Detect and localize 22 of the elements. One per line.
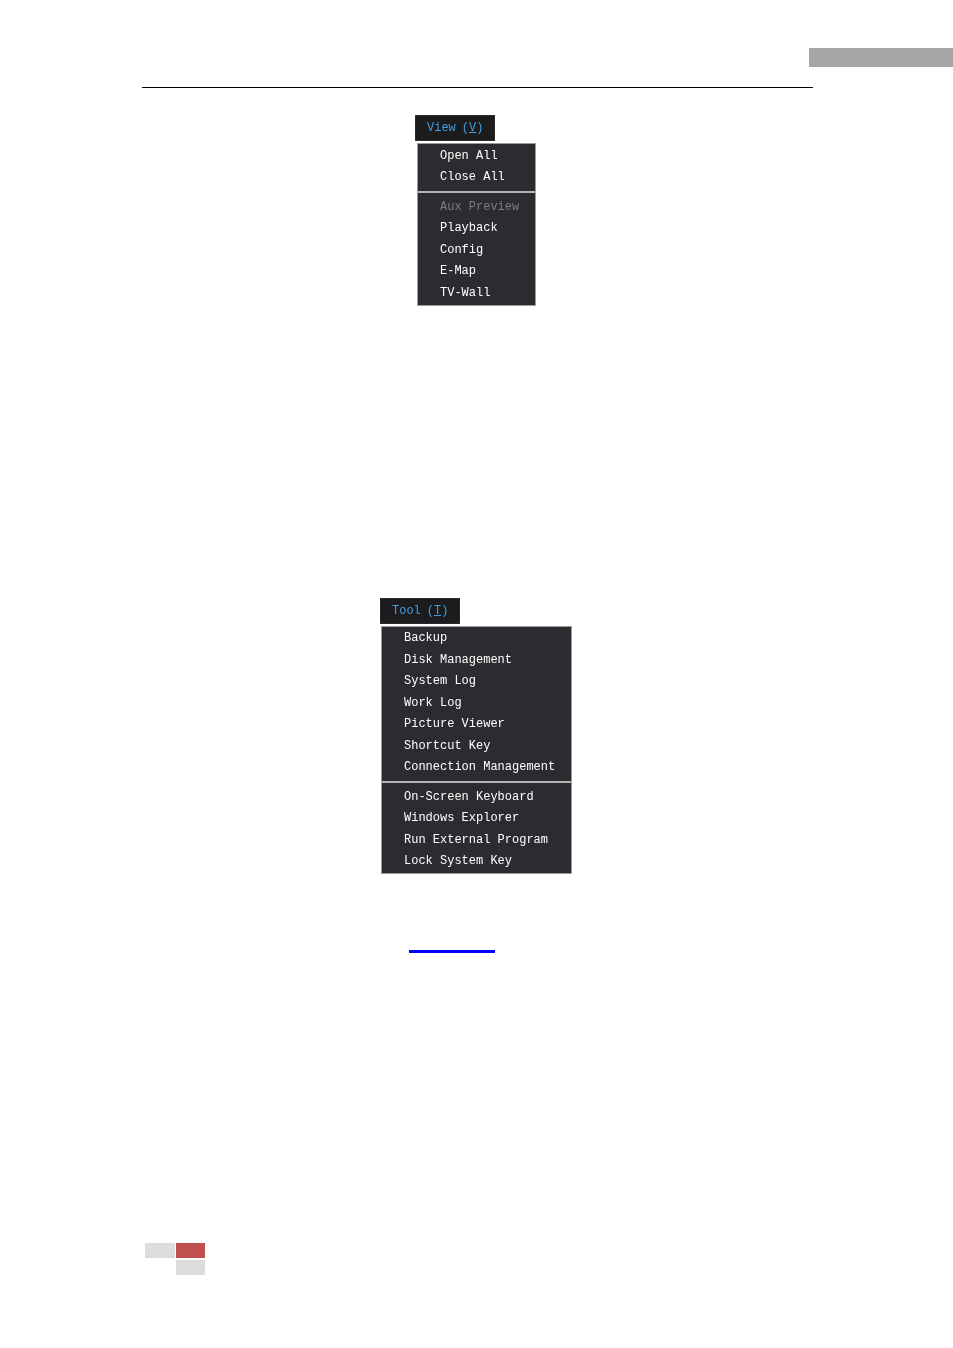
menu-item[interactable]: Shortcut Key (382, 735, 572, 757)
menu-title-button[interactable]: Tool (T) (380, 597, 461, 624)
menu-item[interactable]: Playback (418, 217, 536, 239)
menu-item[interactable]: Close All (418, 166, 536, 188)
footer-block (145, 1243, 175, 1258)
menu-item[interactable]: System Log (382, 670, 572, 692)
menu-item[interactable]: Connection Management (382, 756, 572, 778)
menu-item[interactable]: Config (418, 239, 536, 261)
menu-title-button[interactable]: View (V) (415, 115, 496, 141)
menu-item[interactable]: Run External Program (382, 829, 572, 851)
menu-item[interactable]: Disk Management (382, 649, 572, 671)
menu-item[interactable]: On-Screen Keyboard (382, 786, 572, 808)
menu-item[interactable]: E-Map (418, 260, 536, 282)
menu-item[interactable]: Open All (418, 145, 536, 167)
menu-item[interactable]: TV-Wall (418, 282, 536, 304)
footer-block (176, 1243, 205, 1258)
menu-item[interactable]: Windows Explorer (382, 807, 572, 829)
footer-block (176, 1260, 205, 1275)
menu-item[interactable]: Picture Viewer (382, 713, 572, 735)
menu-item[interactable]: Backup (382, 627, 572, 649)
menu-item[interactable]: Work Log (382, 692, 572, 714)
menu-item[interactable]: Lock System Key (382, 850, 572, 872)
